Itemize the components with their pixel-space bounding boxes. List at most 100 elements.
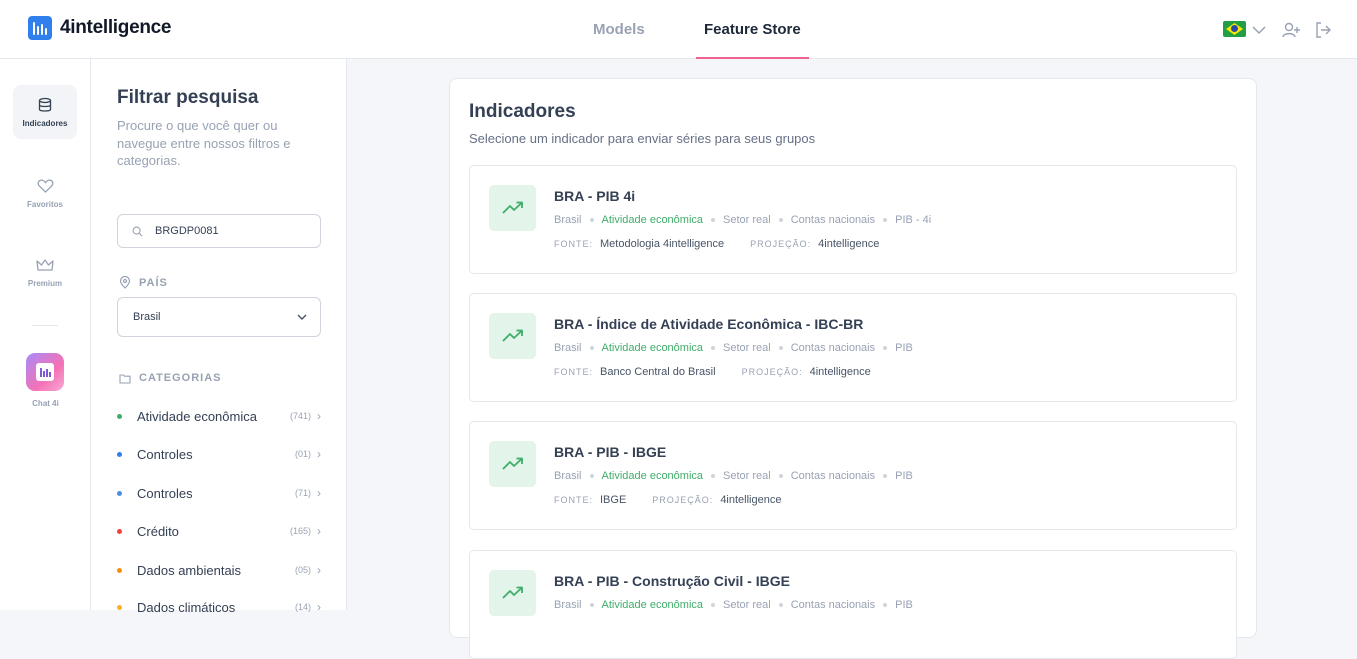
trending-up-icon bbox=[489, 570, 536, 616]
source-value: Banco Central do Brasil bbox=[600, 366, 716, 378]
main-content: Indicadores Selecione um indicador para … bbox=[347, 59, 1357, 659]
projection-value: 4intelligence bbox=[720, 494, 782, 506]
folder-icon bbox=[119, 373, 131, 384]
category-name: Controles bbox=[137, 485, 193, 501]
map-pin-icon bbox=[119, 276, 131, 289]
tag: Contas nacionais bbox=[790, 342, 876, 354]
tag: PIB - 4i bbox=[895, 214, 932, 226]
category-item[interactable]: Dados ambientais (05) › bbox=[117, 560, 321, 580]
chevron-right-icon: › bbox=[317, 563, 321, 577]
side-rail: Indicadores Favoritos Premium Chat 4i bbox=[0, 59, 91, 610]
chevron-right-icon: › bbox=[317, 409, 321, 423]
crown-icon bbox=[36, 259, 54, 271]
tag: Contas nacionais bbox=[790, 599, 876, 611]
category-item[interactable]: Dados climáticos (14) › bbox=[117, 597, 321, 617]
category-dot bbox=[117, 413, 122, 419]
tag: Setor real bbox=[723, 599, 771, 611]
top-bar: 4intelligence Models Feature Store bbox=[0, 0, 1357, 59]
projection-value: 4intelligence bbox=[809, 366, 871, 378]
source-value: Metodologia 4intelligence bbox=[600, 238, 725, 250]
category-name: Dados climáticos bbox=[137, 599, 236, 615]
trending-up-icon bbox=[489, 441, 536, 487]
indicator-title: BRA - PIB 4i bbox=[554, 188, 636, 204]
trending-up-icon bbox=[489, 313, 536, 359]
tag: PIB bbox=[895, 470, 913, 482]
database-icon bbox=[38, 97, 52, 112]
add-user-icon[interactable] bbox=[1281, 20, 1301, 40]
category-name: Dados ambientais bbox=[137, 562, 242, 578]
projection-key: PROJEÇÃO: bbox=[741, 367, 803, 377]
chat-4i-button[interactable] bbox=[26, 353, 64, 391]
category-name: Crédito bbox=[137, 523, 179, 539]
category-item[interactable]: Crédito (165) › bbox=[117, 521, 321, 541]
tab-models[interactable]: Models bbox=[593, 0, 645, 59]
indicator-tags: Brasil Atividade econômica Setor real Co… bbox=[554, 214, 931, 226]
chevron-down-icon[interactable] bbox=[1249, 20, 1269, 40]
indicator-tags: Brasil Atividade econômica Setor real Co… bbox=[554, 599, 913, 611]
filter-description: Procure o que você quer ou navegue entre… bbox=[117, 118, 291, 168]
category-count: (741) bbox=[289, 411, 311, 421]
tag: Contas nacionais bbox=[790, 470, 876, 482]
logo-icon bbox=[28, 16, 52, 40]
category-count: (165) bbox=[289, 526, 311, 536]
indicator-meta: FONTE: Banco Central do Brasil PROJEÇÃO:… bbox=[554, 366, 871, 378]
search-input[interactable] bbox=[155, 225, 305, 237]
indicator-title: BRA - PIB - IBGE bbox=[554, 444, 667, 460]
category-dot bbox=[117, 604, 122, 610]
tag: Brasil bbox=[554, 599, 582, 611]
rail-item-premium[interactable]: Premium bbox=[13, 246, 77, 300]
category-count: (01) bbox=[294, 449, 311, 459]
logo[interactable]: 4intelligence bbox=[28, 16, 172, 40]
rail-item-favoritos[interactable]: Favoritos bbox=[13, 166, 77, 220]
category-dot bbox=[117, 567, 122, 573]
indicator-title: BRA - PIB - Construção Civil - IBGE bbox=[554, 573, 790, 589]
rail-item-label: Favoritos bbox=[26, 199, 63, 209]
chevron-right-icon: › bbox=[317, 486, 321, 500]
trending-up-icon bbox=[489, 185, 536, 231]
indicator-title: BRA - Índice de Atividade Econômica - IB… bbox=[554, 316, 864, 332]
categories-label: CATEGORIAS bbox=[139, 372, 222, 384]
tag: Brasil bbox=[554, 470, 582, 482]
projection-key: PROJEÇÃO: bbox=[652, 495, 714, 505]
country-select[interactable]: Brasil bbox=[117, 297, 321, 337]
tag: PIB bbox=[895, 342, 913, 354]
indicator-card[interactable]: BRA - Índice de Atividade Econômica - IB… bbox=[469, 293, 1237, 402]
category-dot bbox=[117, 528, 122, 534]
tag: Brasil bbox=[554, 342, 582, 354]
indicator-tags: Brasil Atividade econômica Setor real Co… bbox=[554, 342, 913, 354]
category-count: (71) bbox=[294, 488, 311, 498]
projection-value: 4intelligence bbox=[818, 238, 880, 250]
category-item[interactable]: Controles (01) › bbox=[117, 444, 321, 464]
chat-4i-label: Chat 4i bbox=[32, 399, 59, 408]
tag: Setor real bbox=[723, 214, 771, 226]
tag: Brasil bbox=[554, 214, 582, 226]
country-selected-value: Brasil bbox=[133, 311, 161, 323]
brazil-flag-icon[interactable] bbox=[1223, 21, 1246, 37]
search-field[interactable] bbox=[117, 214, 321, 248]
filter-title: Filtrar pesquisa bbox=[117, 87, 259, 108]
categories-section-label: CATEGORIAS bbox=[119, 372, 222, 384]
heart-icon bbox=[37, 178, 53, 193]
category-count: (05) bbox=[294, 565, 311, 575]
tag: PIB bbox=[895, 599, 913, 611]
indicator-meta: FONTE: Metodologia 4intelligence PROJEÇÃ… bbox=[554, 238, 879, 250]
rail-item-label: Indicadores bbox=[22, 118, 68, 128]
logout-icon[interactable] bbox=[1313, 20, 1333, 40]
indicator-tags: Brasil Atividade econômica Setor real Co… bbox=[554, 470, 913, 482]
category-name: Controles bbox=[137, 446, 193, 462]
tab-feature-store[interactable]: Feature Store bbox=[704, 0, 801, 59]
category-item[interactable]: Atividade econômica (741) › bbox=[117, 406, 321, 426]
indicator-card[interactable]: BRA - PIB - IBGE Brasil Atividade econôm… bbox=[469, 421, 1237, 530]
indicator-card[interactable]: BRA - PIB - Construção Civil - IBGE Bras… bbox=[469, 550, 1237, 659]
rail-item-indicadores[interactable]: Indicadores bbox=[13, 85, 77, 139]
tag: Setor real bbox=[723, 470, 771, 482]
category-dot bbox=[117, 490, 122, 496]
chevron-right-icon: › bbox=[317, 447, 321, 461]
tag: Atividade econômica bbox=[601, 599, 704, 611]
tag: Atividade econômica bbox=[601, 342, 704, 354]
chat-4i-icon bbox=[36, 363, 54, 381]
category-item[interactable]: Controles (71) › bbox=[117, 483, 321, 503]
indicator-card[interactable]: BRA - PIB 4i Brasil Atividade econômica … bbox=[469, 165, 1237, 274]
tag: Atividade econômica bbox=[601, 470, 704, 482]
source-key: FONTE: bbox=[554, 495, 593, 505]
